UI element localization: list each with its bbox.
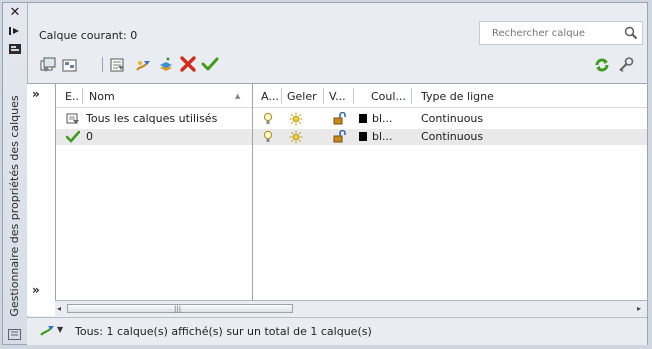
palette-title-strip: ✕ Gestionnaire des propriétés des calque…: [3, 3, 28, 344]
search-layer-box[interactable]: [479, 21, 643, 45]
scroll-thumb[interactable]: |||: [67, 304, 293, 313]
freeze-column-header[interactable]: Geler: [287, 90, 317, 103]
linetype-column-header[interactable]: Type de ligne: [421, 90, 494, 103]
scroll-left-button[interactable]: ◂: [57, 304, 61, 313]
status-column-header[interactable]: E..: [65, 90, 79, 103]
name-column-header[interactable]: Nom: [89, 90, 115, 103]
scroll-right-button[interactable]: ▸: [637, 304, 641, 313]
column-divider: [82, 88, 83, 104]
column-divider: [411, 88, 412, 104]
filter-tree-pane: E.. Nom ▲ Tous les calques utilisés 0: [55, 84, 253, 300]
close-icon[interactable]: ✕: [7, 6, 23, 20]
new-layer-filter-icon[interactable]: [109, 56, 127, 74]
on-column-header[interactable]: A...: [261, 90, 279, 103]
unlocked-icon[interactable]: [333, 111, 347, 128]
collapse-filter-tree-button[interactable]: »: [32, 87, 40, 101]
chevron-down-icon[interactable]: ▼: [57, 325, 63, 334]
palette-title: Gestionnaire des propriétés des calques: [8, 95, 21, 317]
lightbulb-icon[interactable]: [263, 112, 273, 129]
filter-row-0[interactable]: 0: [56, 129, 252, 145]
color-name[interactable]: bl...: [372, 112, 393, 125]
column-divider: [281, 88, 282, 104]
current-check-icon: [65, 130, 81, 146]
search-icon[interactable]: [624, 26, 638, 40]
invert-filter-icon[interactable]: [39, 323, 55, 342]
sort-arrow-icon: ▲: [235, 92, 241, 100]
settings-icon[interactable]: [617, 56, 635, 74]
status-bar: ▼ Tous: 1 calque(s) affiché(s) sur un to…: [27, 317, 647, 345]
refresh-icon[interactable]: [593, 56, 611, 74]
color-swatch[interactable]: [359, 132, 367, 141]
layer-manager-panel: » » E.. Nom ▲ Tous les calques utilisés …: [27, 83, 647, 316]
header-divider: [253, 107, 647, 108]
filter-name: Tous les calques utilisés: [86, 112, 218, 125]
toolbar-separator: [102, 57, 103, 72]
filter-row-all-used[interactable]: Tous les calques utilisés: [56, 111, 252, 127]
linetype-name[interactable]: Continuous: [421, 130, 483, 143]
layer-list-pane: A... Geler V... Coul... Type de ligne bl…: [253, 84, 647, 300]
new-group-filter-icon[interactable]: [135, 56, 153, 74]
palette-grip-icon[interactable]: [8, 329, 21, 340]
scroll-grip: |||: [174, 305, 182, 313]
set-current-icon[interactable]: [201, 55, 219, 73]
layer-row[interactable]: bl... Continuous: [253, 111, 647, 127]
header-divider: [56, 107, 252, 108]
column-divider: [353, 88, 354, 104]
layer-row[interactable]: bl... Continuous: [253, 129, 647, 145]
unlocked-icon[interactable]: [333, 129, 347, 146]
layer-properties-palette: ✕ Gestionnaire des propriétés des calque…: [2, 2, 648, 345]
delete-layer-icon[interactable]: [179, 55, 197, 73]
search-input[interactable]: [488, 22, 634, 44]
expand-filter-tree-button[interactable]: »: [32, 283, 40, 297]
lightbulb-icon[interactable]: [263, 130, 273, 147]
lock-column-header[interactable]: V...: [329, 90, 346, 103]
filter-name: 0: [86, 130, 93, 143]
new-layer-state-icon[interactable]: [39, 56, 57, 74]
auto-hide-icon[interactable]: [7, 25, 23, 39]
sun-icon[interactable]: [289, 112, 303, 129]
linetype-name[interactable]: Continuous: [421, 112, 483, 125]
color-name[interactable]: bl...: [372, 130, 393, 143]
color-column-header[interactable]: Coul...: [371, 90, 406, 103]
horizontal-scrollbar[interactable]: ◂ ||| ▸: [55, 300, 647, 316]
sun-icon[interactable]: [289, 130, 303, 147]
column-divider: [323, 88, 324, 104]
color-swatch[interactable]: [359, 114, 367, 123]
filter-icon: [66, 112, 80, 128]
properties-menu-icon[interactable]: [7, 43, 23, 57]
current-layer-label: Calque courant: 0: [39, 29, 138, 42]
layer-states-manager-icon[interactable]: [61, 56, 79, 74]
status-text: Tous: 1 calque(s) affiché(s) sur un tota…: [75, 325, 372, 338]
new-layer-icon[interactable]: [157, 56, 175, 74]
